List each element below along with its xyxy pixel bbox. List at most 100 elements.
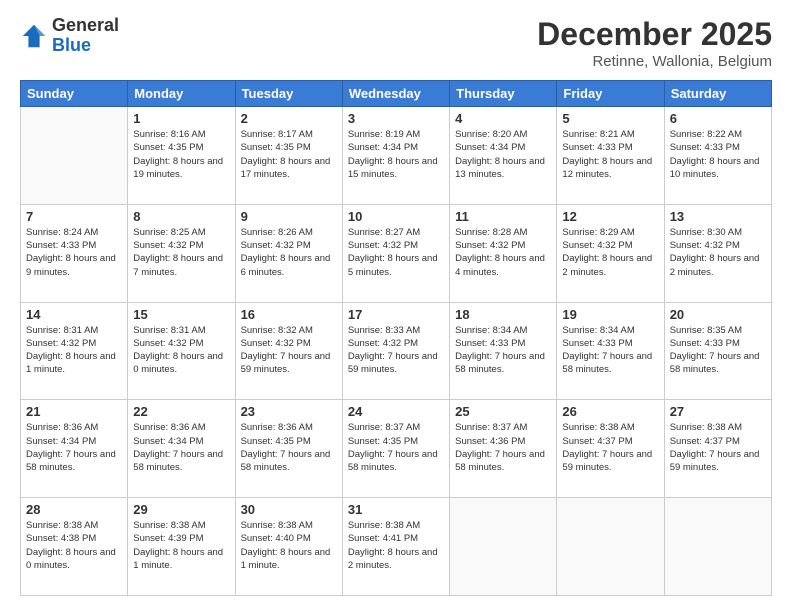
day-info: Sunrise: 8:38 AM Sunset: 4:41 PM Dayligh… (348, 519, 444, 572)
day-info: Sunrise: 8:33 AM Sunset: 4:32 PM Dayligh… (348, 324, 444, 377)
calendar-body: 1Sunrise: 8:16 AM Sunset: 4:35 PM Daylig… (21, 107, 772, 596)
calendar-cell: 8Sunrise: 8:25 AM Sunset: 4:32 PM Daylig… (128, 204, 235, 302)
day-info: Sunrise: 8:37 AM Sunset: 4:36 PM Dayligh… (455, 421, 551, 474)
day-number: 23 (241, 404, 337, 419)
day-number: 24 (348, 404, 444, 419)
day-info: Sunrise: 8:38 AM Sunset: 4:37 PM Dayligh… (670, 421, 766, 474)
calendar-cell: 31 Sunrise: 8:38 AM Sunset: 4:41 PM Dayli… (342, 498, 449, 596)
day-info: Sunrise: 8:36 AM Sunset: 4:35 PM Dayligh… (241, 421, 337, 474)
weekday-header-saturday: Saturday (664, 81, 771, 107)
day-number: 7 (26, 209, 122, 224)
calendar-cell: 12Sunrise: 8:29 AM Sunset: 4:32 PM Dayli… (557, 204, 664, 302)
calendar-cell: 30Sunrise: 8:38 AM Sunset: 4:40 PM Dayli… (235, 498, 342, 596)
day-number: 16 (241, 307, 337, 322)
day-number: 21 (26, 404, 122, 419)
header: General Blue December 2025 Retinne, Wall… (20, 16, 772, 70)
day-number: 20 (670, 307, 766, 322)
calendar-cell: 15 Sunrise: 8:31 AM Sunset: 4:32 PM Dayli… (128, 302, 235, 400)
logo-blue: Blue (52, 36, 119, 56)
day-info: Sunrise: 8:31 AM Sunset: 4:32 PM Dayligh… (133, 324, 229, 377)
day-number: 2 (241, 111, 337, 126)
calendar-cell: 24 Sunrise: 8:37 AM Sunset: 4:35 PM Dayli… (342, 400, 449, 498)
month-title: December 2025 (537, 16, 772, 53)
day-info: Sunrise: 8:32 AM Sunset: 4:32 PM Dayligh… (241, 324, 337, 377)
calendar-cell: 17 Sunrise: 8:33 AM Sunset: 4:32 PM Dayli… (342, 302, 449, 400)
calendar-cell: 26 Sunrise: 8:38 AM Sunset: 4:37 PM Dayli… (557, 400, 664, 498)
day-info: Sunrise: 8:28 AM Sunset: 4:32 PM Dayligh… (455, 226, 551, 279)
calendar-cell: 16 Sunrise: 8:32 AM Sunset: 4:32 PM Dayli… (235, 302, 342, 400)
calendar-cell: 6Sunrise: 8:22 AM Sunset: 4:33 PM Daylig… (664, 107, 771, 205)
logo-icon (20, 22, 48, 50)
day-info: Sunrise: 8:34 AM Sunset: 4:33 PM Dayligh… (455, 324, 551, 377)
week-row-3: 21 Sunrise: 8:36 AM Sunset: 4:34 PM Dayli… (21, 400, 772, 498)
day-info: Sunrise: 8:31 AM Sunset: 4:32 PM Dayligh… (26, 324, 122, 377)
calendar-cell: 21 Sunrise: 8:36 AM Sunset: 4:34 PM Dayli… (21, 400, 128, 498)
calendar-cell (664, 498, 771, 596)
day-info: Sunrise: 8:36 AM Sunset: 4:34 PM Dayligh… (133, 421, 229, 474)
week-row-4: 28Sunrise: 8:38 AM Sunset: 4:38 PM Dayli… (21, 498, 772, 596)
day-info: Sunrise: 8:24 AM Sunset: 4:33 PM Dayligh… (26, 226, 122, 279)
day-number: 3 (348, 111, 444, 126)
day-number: 13 (670, 209, 766, 224)
weekday-header-monday: Monday (128, 81, 235, 107)
calendar: SundayMondayTuesdayWednesdayThursdayFrid… (20, 80, 772, 596)
calendar-cell: 3 Sunrise: 8:19 AM Sunset: 4:34 PM Daylig… (342, 107, 449, 205)
calendar-cell: 25 Sunrise: 8:37 AM Sunset: 4:36 PM Dayli… (450, 400, 557, 498)
calendar-cell: 10Sunrise: 8:27 AM Sunset: 4:32 PM Dayli… (342, 204, 449, 302)
day-number: 27 (670, 404, 766, 419)
day-info: Sunrise: 8:38 AM Sunset: 4:39 PM Dayligh… (133, 519, 229, 572)
day-info: Sunrise: 8:25 AM Sunset: 4:32 PM Dayligh… (133, 226, 229, 279)
day-number: 9 (241, 209, 337, 224)
day-number: 4 (455, 111, 551, 126)
calendar-cell: 20Sunrise: 8:35 AM Sunset: 4:33 PM Dayli… (664, 302, 771, 400)
day-number: 28 (26, 502, 122, 517)
calendar-cell: 22 Sunrise: 8:36 AM Sunset: 4:34 PM Dayli… (128, 400, 235, 498)
week-row-1: 7 Sunrise: 8:24 AM Sunset: 4:33 PM Daylig… (21, 204, 772, 302)
day-info: Sunrise: 8:17 AM Sunset: 4:35 PM Dayligh… (241, 128, 337, 181)
day-info: Sunrise: 8:26 AM Sunset: 4:32 PM Dayligh… (241, 226, 337, 279)
title-block: December 2025 Retinne, Wallonia, Belgium (537, 16, 772, 70)
logo: General Blue (20, 16, 119, 56)
day-number: 11 (455, 209, 551, 224)
calendar-cell: 9 Sunrise: 8:26 AM Sunset: 4:32 PM Daylig… (235, 204, 342, 302)
day-number: 25 (455, 404, 551, 419)
weekday-header-wednesday: Wednesday (342, 81, 449, 107)
weekday-header-tuesday: Tuesday (235, 81, 342, 107)
calendar-cell: 23 Sunrise: 8:36 AM Sunset: 4:35 PM Dayli… (235, 400, 342, 498)
day-number: 31 (348, 502, 444, 517)
weekday-header-friday: Friday (557, 81, 664, 107)
week-row-2: 14 Sunrise: 8:31 AM Sunset: 4:32 PM Dayli… (21, 302, 772, 400)
logo-text: General Blue (52, 16, 119, 56)
day-info: Sunrise: 8:22 AM Sunset: 4:33 PM Dayligh… (670, 128, 766, 181)
day-info: Sunrise: 8:38 AM Sunset: 4:37 PM Dayligh… (562, 421, 658, 474)
day-number: 18 (455, 307, 551, 322)
day-number: 30 (241, 502, 337, 517)
calendar-cell: 28Sunrise: 8:38 AM Sunset: 4:38 PM Dayli… (21, 498, 128, 596)
day-number: 14 (26, 307, 122, 322)
day-info: Sunrise: 8:19 AM Sunset: 4:34 PM Dayligh… (348, 128, 444, 181)
calendar-header: SundayMondayTuesdayWednesdayThursdayFrid… (21, 81, 772, 107)
calendar-cell: 4Sunrise: 8:20 AM Sunset: 4:34 PM Daylig… (450, 107, 557, 205)
calendar-cell (450, 498, 557, 596)
day-number: 15 (133, 307, 229, 322)
day-info: Sunrise: 8:30 AM Sunset: 4:32 PM Dayligh… (670, 226, 766, 279)
day-info: Sunrise: 8:36 AM Sunset: 4:34 PM Dayligh… (26, 421, 122, 474)
day-info: Sunrise: 8:29 AM Sunset: 4:32 PM Dayligh… (562, 226, 658, 279)
calendar-cell: 18 Sunrise: 8:34 AM Sunset: 4:33 PM Dayli… (450, 302, 557, 400)
day-number: 26 (562, 404, 658, 419)
calendar-cell (557, 498, 664, 596)
day-info: Sunrise: 8:27 AM Sunset: 4:32 PM Dayligh… (348, 226, 444, 279)
day-info: Sunrise: 8:34 AM Sunset: 4:33 PM Dayligh… (562, 324, 658, 377)
calendar-cell: 27 Sunrise: 8:38 AM Sunset: 4:37 PM Dayli… (664, 400, 771, 498)
calendar-cell: 2 Sunrise: 8:17 AM Sunset: 4:35 PM Daylig… (235, 107, 342, 205)
page: General Blue December 2025 Retinne, Wall… (0, 0, 792, 612)
calendar-cell: 14 Sunrise: 8:31 AM Sunset: 4:32 PM Dayli… (21, 302, 128, 400)
weekday-header-thursday: Thursday (450, 81, 557, 107)
day-number: 1 (133, 111, 229, 126)
weekday-row: SundayMondayTuesdayWednesdayThursdayFrid… (21, 81, 772, 107)
day-number: 22 (133, 404, 229, 419)
day-number: 19 (562, 307, 658, 322)
day-info: Sunrise: 8:37 AM Sunset: 4:35 PM Dayligh… (348, 421, 444, 474)
weekday-header-sunday: Sunday (21, 81, 128, 107)
day-number: 17 (348, 307, 444, 322)
